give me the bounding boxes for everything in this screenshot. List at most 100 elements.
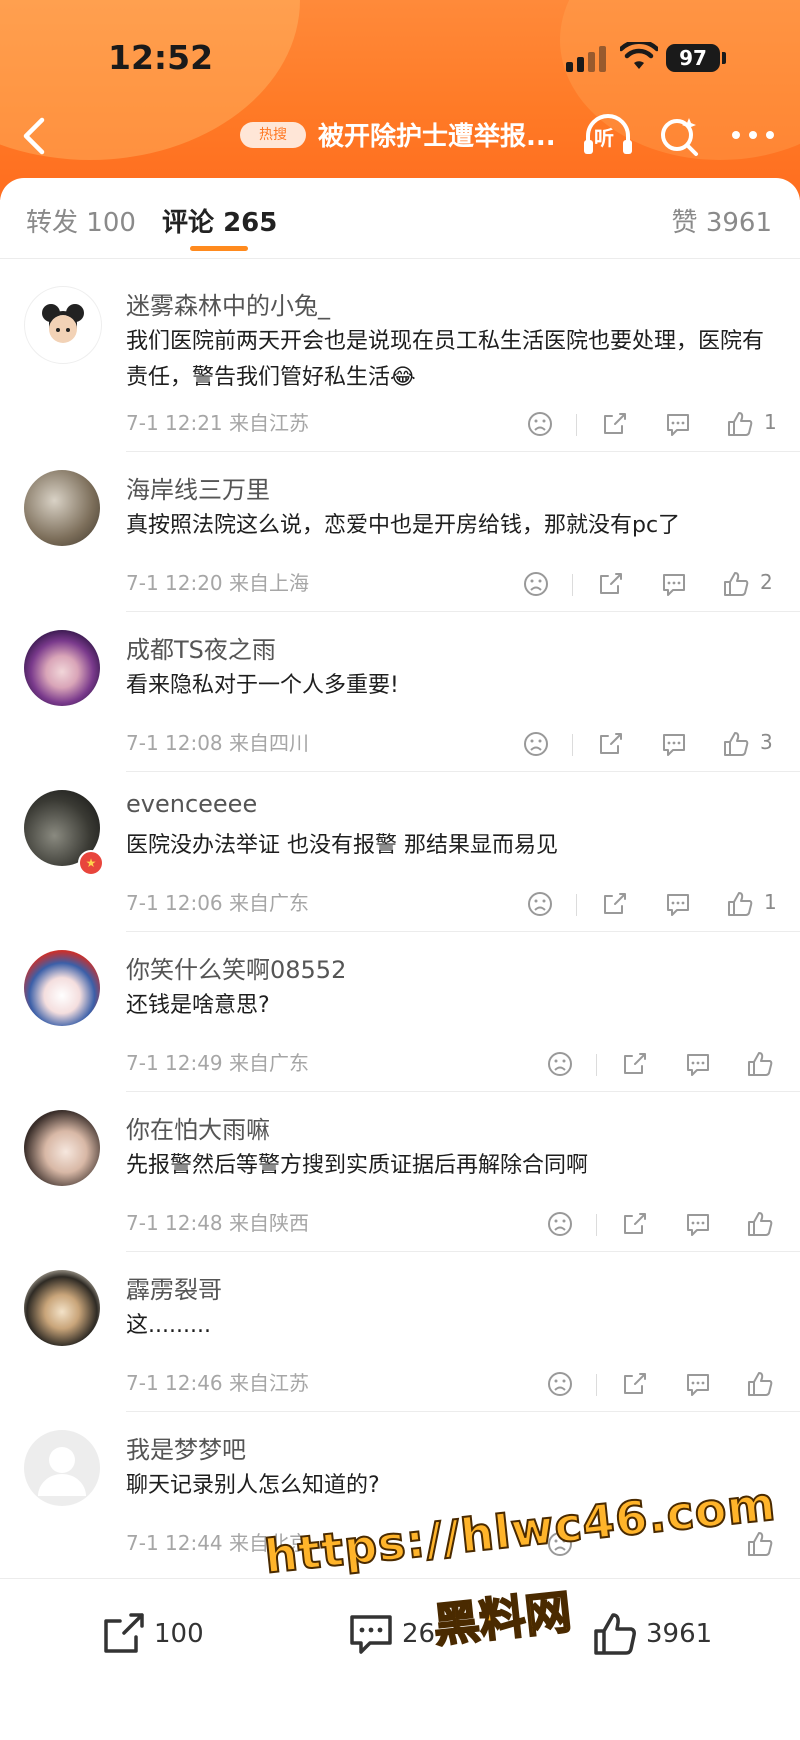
tab-likes[interactable]: 赞 3961 — [672, 202, 772, 239]
comment-item: 你笑什么笑啊08552 还钱是啥意思? 7-1 12:49 来自广东 — [0, 932, 800, 1092]
comment-time: 7-1 12:49 — [126, 1051, 223, 1075]
commenter-name[interactable]: 迷雾森林中的小兔_ — [126, 286, 330, 321]
reply-icon[interactable] — [682, 1208, 714, 1240]
like-icon[interactable] — [724, 408, 756, 440]
share-icon[interactable] — [598, 888, 630, 920]
divider — [596, 1374, 597, 1396]
comment-time: 7-1 12:44 — [126, 1531, 223, 1555]
comment-meta: 7-1 12:46 来自江苏 — [126, 1367, 309, 1396]
tab-label: 转发 — [26, 208, 79, 238]
like-icon[interactable] — [720, 568, 752, 600]
like-icon[interactable] — [744, 1048, 776, 1080]
comment-text: 真按照法院这么说，恋爱中也是开房给钱，那就没有pc了 — [126, 513, 681, 538]
tab-count: 100 — [86, 208, 136, 238]
back-arrow-icon[interactable] — [14, 112, 54, 160]
commenter-name[interactable]: 你在怕大雨嘛 — [126, 1110, 270, 1145]
reply-icon[interactable] — [658, 728, 690, 760]
comment-item: 迷雾森林中的小兔_ 我们医院前两天开会也是说现在员工私生活医院也要处理，医院有责… — [0, 268, 800, 452]
dislike-face-icon[interactable] — [544, 1208, 576, 1240]
default-avatar-icon[interactable] — [24, 1430, 100, 1506]
page-title[interactable]: 被开除护士遭举报... — [318, 116, 578, 153]
dislike-face-icon[interactable] — [544, 1368, 576, 1400]
commenter-name[interactable]: evenceeee — [126, 790, 257, 818]
avatar[interactable] — [24, 470, 100, 546]
dislike-face-icon[interactable] — [544, 1048, 576, 1080]
share-icon[interactable] — [618, 1208, 650, 1240]
share-icon[interactable] — [618, 1048, 650, 1080]
comment-icon — [350, 1615, 392, 1654]
comment-location: 来自广东 — [229, 1051, 310, 1075]
comment-location: 来自陕西 — [229, 1211, 310, 1235]
comment-meta: 7-1 12:48 来自陕西 — [126, 1207, 309, 1236]
more-icon[interactable] — [728, 118, 778, 152]
tab-label: 赞 — [671, 208, 698, 238]
repost-button[interactable]: 100 — [98, 1609, 218, 1659]
like-count: 1 — [764, 890, 777, 914]
comment-actions: 1 — [524, 888, 800, 922]
avatar[interactable] — [24, 950, 100, 1026]
tab-comments[interactable]: 评论 265 — [162, 202, 277, 239]
share-icon[interactable] — [598, 408, 630, 440]
comment-count: 26 — [402, 1619, 436, 1649]
battery-indicator: 97 — [666, 44, 720, 72]
share-icon[interactable] — [618, 1368, 650, 1400]
dislike-face-icon[interactable] — [524, 888, 556, 920]
avatar[interactable] — [24, 630, 100, 706]
verified-badge-icon: ★ — [78, 850, 104, 876]
hot-search-badge[interactable]: 热搜 — [240, 122, 306, 148]
comment-location: 来自四川 — [229, 731, 310, 755]
comment-time: 7-1 12:08 — [126, 731, 223, 755]
like-button[interactable]: 3961 — [590, 1609, 730, 1659]
search-icon[interactable] — [658, 114, 702, 158]
tab-count: 3961 — [705, 208, 772, 238]
comment-time: 7-1 12:21 — [126, 411, 223, 435]
dislike-face-icon[interactable] — [520, 568, 552, 600]
like-icon[interactable] — [724, 888, 756, 920]
comment-time: 7-1 12:20 — [126, 571, 223, 595]
commenter-name[interactable]: 我是梦梦吧 — [126, 1430, 246, 1465]
comment-location: 来自江苏 — [229, 1371, 310, 1395]
comment-meta: 7-1 12:06 来自广东 — [126, 887, 309, 916]
avatar[interactable] — [24, 1270, 100, 1346]
tab-repost[interactable]: 转发 100 — [26, 202, 136, 239]
repost-count: 100 — [154, 1619, 204, 1649]
commenter-name[interactable]: 霹雳裂哥 — [126, 1270, 222, 1305]
like-icon[interactable] — [744, 1368, 776, 1400]
reply-icon[interactable] — [658, 568, 690, 600]
comment-text: 医院没办法举证 也没有报警 那结果显而易见 — [126, 833, 558, 858]
reply-icon[interactable] — [662, 408, 694, 440]
comment-text: 看来隐私对于一个人多重要! — [126, 673, 399, 698]
share-icon[interactable] — [594, 568, 626, 600]
comment-item: 海岸线三万里 真按照法院这么说，恋爱中也是开房给钱，那就没有pc了 7-1 12… — [0, 452, 800, 612]
dislike-face-icon[interactable] — [524, 408, 556, 440]
commenter-name[interactable]: 成都TS夜之雨 — [126, 630, 276, 665]
comment-item: ★ evenceeee 医院没办法举证 也没有报警 那结果显而易见 7-1 12… — [0, 772, 800, 932]
comment-actions: 2 — [520, 568, 800, 602]
commenter-name[interactable]: 你笑什么笑啊08552 — [126, 950, 346, 985]
cellular-signal-icon — [566, 46, 608, 72]
comment-location: 来自江苏 — [229, 411, 310, 435]
like-icon[interactable] — [744, 1208, 776, 1240]
reply-icon[interactable] — [682, 1368, 714, 1400]
divider — [596, 1214, 597, 1236]
dislike-face-icon[interactable] — [520, 728, 552, 760]
listen-button[interactable]: 听 — [582, 112, 634, 158]
thumbs-up-icon — [594, 1613, 636, 1655]
comment-time: 7-1 12:46 — [126, 1371, 223, 1395]
share-icon[interactable] — [594, 728, 626, 760]
comment-location: 来自上海 — [229, 571, 310, 595]
reply-icon[interactable] — [662, 888, 694, 920]
battery-tip — [722, 52, 726, 64]
comment-meta: 7-1 12:21 来自江苏 — [126, 407, 309, 436]
like-count: 2 — [760, 570, 773, 594]
comment-location: 来自广东 — [229, 891, 310, 915]
comment-item: 霹雳裂哥 这......... 7-1 12:46 来自江苏 — [0, 1252, 800, 1412]
avatar[interactable] — [24, 1110, 100, 1186]
reply-icon[interactable] — [682, 1048, 714, 1080]
commenter-name[interactable]: 海岸线三万里 — [126, 470, 270, 505]
like-icon[interactable] — [720, 728, 752, 760]
like-count: 3 — [760, 730, 773, 754]
divider — [576, 414, 577, 436]
comment-actions — [544, 1368, 800, 1402]
avatar[interactable] — [24, 286, 102, 364]
